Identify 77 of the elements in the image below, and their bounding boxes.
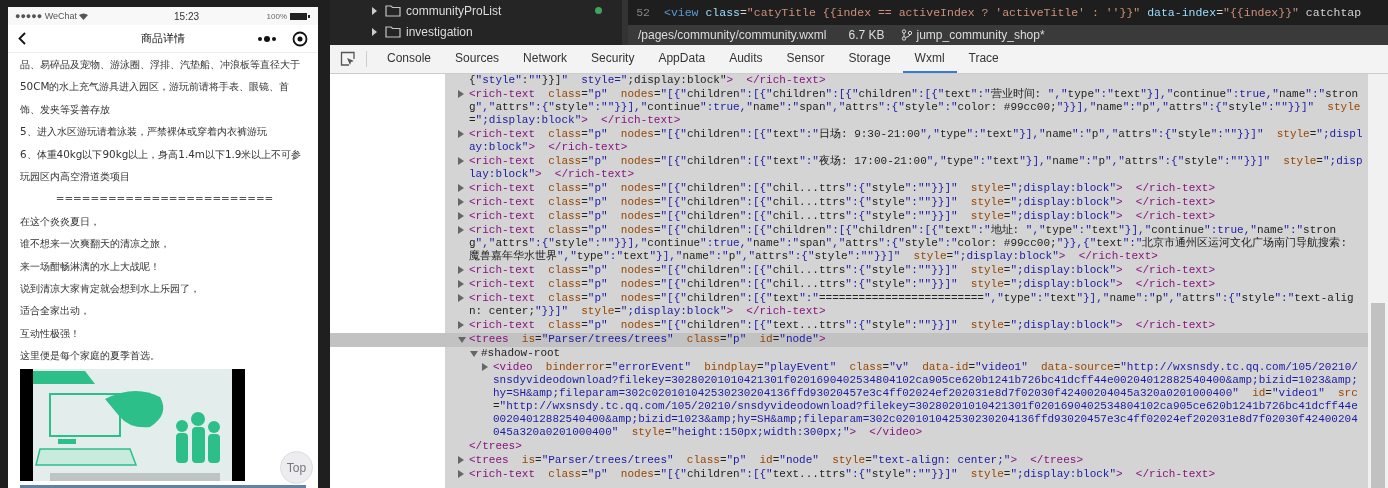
devtools-tab[interactable]: Sensor [774,45,837,73]
expand-arrow-icon[interactable] [458,198,464,206]
paragraph: 互动性极强！ [20,325,81,341]
dom-node-line[interactable]: <rich-text class="p" nodes="[{"children":[{"chil...ttrs":{"style":""}}]" style=";display:block"> </rich-text> [469,278,1216,291]
paragraph: ========================= [54,191,275,207]
dom-node-line[interactable]: <rich-text class="p" nodes="[{"children":[{"text...ttrs":{"style":""}}]" style=";display:block"> </rich-text> [469,468,1216,481]
back-to-top-button[interactable]: Top [280,451,313,484]
folder-name[interactable]: investigation [406,24,473,39]
dom-node-line[interactable]: <rich-text class="p" nodes="[{"children":[{"children":[{"children":[{"text":"地址: ","type":"text"}],"continue":true,"name":"strong","attrs":{"style":""}}],"continue":true,"name":"span","attrs":{"style":"color: #99cc00;"}},{"text":"北京市通州区运河文化广场南门导航搜索: 魔兽嘉年华水世界","type":"text"}],"name":"p","attrs":{"style":""}}]" style=";display:block"> </rich-text> [469,224,1364,263]
dom-node-line[interactable]: <rich-text class="p" nodes="[{"children":[{"chil...ttrs":{"style":""}}]" style=";display:block"> </rich-text> [469,182,1216,195]
dom-node-line[interactable]: <rich-text class="p" nodes="[{"children":[{"chil...ttrs":{"style":""}}]" style=";display:block"> </rich-text> [469,196,1216,209]
expand-arrow-icon[interactable] [458,90,464,98]
paragraph: 品、易碎品及宠物、游泳圈、浮排、汽垫船、冲浪板等直径大于50CM的水上充气游具进入园区，游玩前请将手表、眼镜、首饰、发夹等妥善存放 [20,57,301,117]
dom-node-line[interactable]: <rich-text class="p" nodes="[{"children":[{"text":"夜场: 17:00-21:00","type":"text"}],"name":"p","attrs":{"style":""}}]" style=";display:block"> </rich-text> [469,155,1364,181]
dom-node-line[interactable]: <rich-text class="p" nodes="[{"children":[{"text":"日场: 9:30-21:00","type":"text"}],"name":"p","attrs":{"style":""}}]" style=";display:block"> </rich-text> [469,128,1364,154]
inspect-icon[interactable] [340,51,356,67]
dom-node-line[interactable]: <rich-text class="p" nodes="[{"children":[{"chil...ttrs":{"style":""}}]" style=";display:block"> </rich-text> [469,264,1216,277]
expand-arrow-icon[interactable] [458,226,464,234]
paragraph: 来一场酣畅淋漓的水上大战呢！ [20,258,161,274]
target-icon[interactable] [292,30,308,47]
clock-label: 15:23 [174,10,200,22]
devtools-tab[interactable]: Storage [836,45,903,73]
folder-icon [385,4,401,17]
devtools-tab[interactable]: Audits [717,45,775,73]
devtools-tab[interactable]: Sources [443,45,512,73]
line-number: 52 [635,6,650,19]
page-title: 商品详情 [141,31,185,46]
file-path: /pages/community/community.wxml [638,28,827,42]
expand-arrow-icon[interactable] [482,363,488,371]
code-line: <view class="catyTitle {{index == activeIndex ? 'activeTitle' : ''}}" data-index="{{index}}" catchtap [664,6,1362,19]
expand-arrow-icon[interactable] [458,470,464,478]
folder-toggle-icon[interactable] [372,6,377,15]
dom-node-line[interactable]: <video binderror="errorEvent" bindplay="playEvent" class="v" data-id="video1" data-source="http://wxsnsdy.tc.qq.com/105/20210/snsdyvideodownload?filekey=30280201010421301f0201690402534804102ca905ce620b1241b726bc41dcff44e00204012882540400&amp;bizid=1023&amp;hy=SH&amp;fileparam=302c020101042530230204136ffd93020457e3c4ff02024ef202031e8d7f02030f42400204045a320a0201000400" id="video1" src="http://wxsnsdy.tc.qq.com/105/20210/snsdyvideodownload?filekey=30280201010421301f0201690402534804102ca905ce620b1241b726bc41dcff44e00204012882540400&amp;bizid=1023&amp;hy=SH&amp;fileparam=302c020101042530230204136ffd93020457e3c4ff02024ef202031e8d7f02030f42400204045a320a0201000400" style="height:150px;width:300px;"> </video> [493,361,1364,439]
dom-node-line[interactable]: <trees is="Parser/trees/trees" class="p" id="node" style="text-align: center;"> </trees> [469,454,1083,467]
dom-node-line[interactable]: <rich-text class="p" nodes="[{"children":[{"text":"=========================","type":"text"}],"name":"p","attrs":{"style":"text-align: center;"}}]" style=";display:block"> </rich-text> [469,292,1364,318]
expand-arrow-icon[interactable] [458,266,464,274]
paragraph: 说到清凉大家肯定就会想到水上乐园了， [20,281,201,297]
expand-arrow-icon[interactable] [458,212,464,220]
expand-arrow-icon[interactable] [458,337,466,343]
expand-arrow-icon[interactable] [458,280,464,288]
paragraph: 这里便是每个家庭的夏季首选。 [20,348,161,364]
scrollbar[interactable] [1368,74,1388,488]
paragraph: 谁不想来一次爽翻天的清凉之旅， [20,236,171,252]
dom-node-line[interactable]: <rich-text class="p" nodes="[{"children":[{"text...ttrs":{"style":""}}]" style=";display:block"> </rich-text> [469,319,1216,332]
dom-node-line[interactable]: </trees> [469,440,522,453]
back-icon[interactable] [18,32,26,45]
battery-icon [290,12,310,20]
devtools-tab[interactable]: Security [579,45,647,73]
expand-arrow-icon[interactable] [458,184,464,192]
folder-icon [385,25,401,38]
devtools-tab[interactable]: Trace [956,45,1011,73]
dom-node-line[interactable]: {"style":""}}]" style=";display:block"> </rich-text> [469,74,826,87]
expand-arrow-icon[interactable] [458,294,464,302]
folder-toggle-icon[interactable] [372,27,377,36]
paragraph: 在这个炎炎夏日， [20,213,101,229]
branch-icon [900,29,913,41]
dom-node-line[interactable]: <rich-text class="p" nodes="[{"children":[{"chil...ttrs":{"style":""}}]" style=";display:block"> </rich-text> [469,210,1216,223]
paragraph: 5、进入水区游玩请着泳装，严禁裸体或穿着内衣裤游玩 [20,124,268,140]
expand-arrow-icon[interactable] [458,456,464,464]
expand-arrow-icon[interactable] [458,130,464,138]
battery-label: 100% [266,11,287,21]
more-icon[interactable] [257,35,277,42]
branch-name: jump_community_shop* [916,28,1045,42]
devtools-tab[interactable]: Console [375,45,444,73]
expand-arrow-icon[interactable] [458,157,464,165]
devtools-tab[interactable]: AppData [646,45,718,73]
file-size: 6.7 KB [848,28,885,42]
expand-arrow-icon[interactable] [470,351,478,357]
wifi-icon [79,12,89,20]
folder-name[interactable]: communityProList [406,3,502,18]
scrollbar-thumb[interactable] [1371,303,1385,488]
paragraph: 6、体重40kg以下90kg以上，身高1.4m以下1.9米以上不可参玩园区内高空滑道类项目 [20,146,303,185]
paragraph: 适合全家出动， [20,303,91,319]
dom-node-line[interactable]: #shadow-root [481,347,561,360]
dom-node-line[interactable]: <rich-text class="p" nodes="[{"children":[{"children":[{"children":[{"text":"营业时间: ","type":"text"}],"continue":true,"name":"strong","attrs":{"style":""}}],"continue":true,"name":"span","attrs":{"style":"color: #99cc00;"}}],"name":"p","attrs":{"style":""}}]" style=";display:block"> </rich-text> [469,88,1364,127]
carrier-label: ●●●●● WeChat [15,11,78,21]
devtools-tab[interactable]: Network [511,45,580,73]
